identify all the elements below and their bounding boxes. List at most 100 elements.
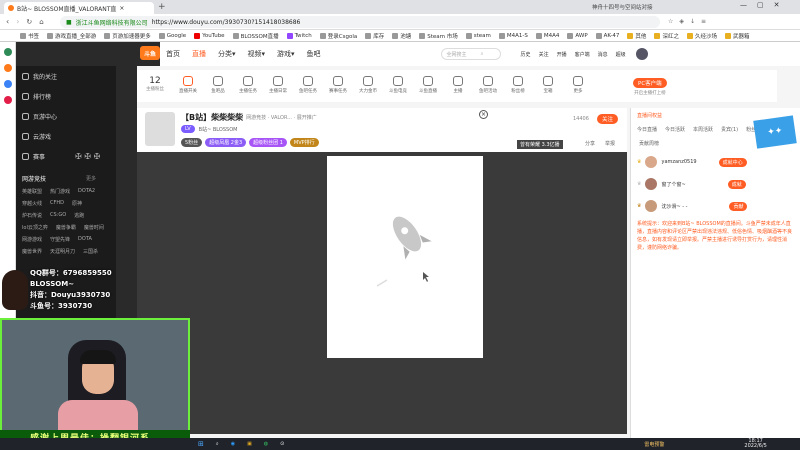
bookmark-item[interactable]: Twitch bbox=[286, 32, 312, 39]
pc-client-button[interactable]: PC客户端 开启主播打上榜 bbox=[633, 78, 667, 96]
bookmark-item[interactable]: 书签 bbox=[20, 32, 39, 40]
user-action-client[interactable]: 客户端 bbox=[575, 51, 590, 58]
sidebar-grid-item[interactable]: CS:GO bbox=[50, 212, 66, 219]
taskbar-app-icon[interactable]: ◉ bbox=[231, 441, 235, 447]
tab-vip[interactable]: 贵宾(1) bbox=[721, 126, 738, 133]
sidebar-section-title[interactable]: 网游竞技 更多 bbox=[22, 174, 96, 183]
bookmark-item[interactable]: Google bbox=[158, 32, 186, 39]
new-tab-icon[interactable]: + bbox=[158, 2, 166, 12]
taskbar-app-icon[interactable]: ▣ bbox=[247, 441, 252, 447]
sidebar-grid-item[interactable]: 守望先锋 bbox=[50, 236, 70, 243]
clock[interactable]: 18:17 2022/6/5 bbox=[744, 439, 766, 449]
window-controls[interactable]: — ▢ ✕ bbox=[740, 1, 780, 9]
close-window-icon[interactable]: ✕ bbox=[774, 1, 780, 9]
sidebar-item-follow[interactable]: 我的关注 bbox=[22, 72, 57, 81]
category-item[interactable]: 鱼吧品 bbox=[203, 76, 233, 94]
category-item[interactable]: 宝箱 bbox=[533, 76, 563, 94]
download-icon[interactable]: ↓ bbox=[690, 18, 695, 25]
sidebar-grid-item[interactable]: 三国杀 bbox=[83, 248, 98, 255]
nav-live[interactable]: 直播 bbox=[192, 49, 206, 59]
category-item[interactable]: 鱼吧活动 bbox=[473, 76, 503, 94]
category-item[interactable]: 更多 bbox=[563, 76, 593, 94]
sidebar-item-webgame[interactable]: 页游中心 bbox=[22, 112, 57, 121]
search-input[interactable]: 全网搜主 ⌕ bbox=[440, 48, 501, 60]
extension-icon[interactable]: ◈ bbox=[679, 18, 684, 25]
side-app-icon[interactable] bbox=[4, 64, 12, 72]
category-item[interactable]: 赛事任务 bbox=[323, 76, 353, 94]
douyu-logo[interactable]: 斗鱼 bbox=[140, 46, 160, 60]
category-item[interactable]: 粉丝榜 bbox=[503, 76, 533, 94]
bookmark-item[interactable]: M4A4 bbox=[535, 32, 559, 39]
room-category[interactable]: 网游竞技 · VALOR... · 展开推广 bbox=[246, 114, 317, 121]
sidebar-grid-item[interactable]: 逃跑 bbox=[74, 212, 84, 219]
report-button[interactable]: 举报 bbox=[605, 140, 615, 147]
maximize-icon[interactable]: ▢ bbox=[757, 1, 764, 9]
close-tab-icon[interactable]: × bbox=[119, 5, 124, 12]
bookmark-item[interactable]: 库存 bbox=[365, 32, 384, 40]
category-item[interactable]: 主播 bbox=[443, 76, 473, 94]
room-tag[interactable]: 超级粉丝团 1 bbox=[249, 138, 287, 147]
bookmark-item[interactable]: AWP bbox=[567, 32, 588, 39]
category-item[interactable]: 斗鱼直播 bbox=[413, 76, 443, 94]
bookmark-item[interactable]: 登录Csgola bbox=[319, 32, 357, 40]
taskbar-app-icon[interactable]: ⊙ bbox=[280, 441, 284, 447]
minimize-icon[interactable]: — bbox=[740, 1, 747, 9]
sidebar-grid-item[interactable]: 魔兽世界 bbox=[22, 248, 42, 255]
bookmark-item[interactable]: 池塘 bbox=[392, 32, 411, 40]
sidebar-grid-item[interactable]: 网游游戏 bbox=[22, 236, 42, 243]
nav-game[interactable]: 游戏▾ bbox=[277, 49, 295, 59]
forward-icon[interactable]: › bbox=[16, 17, 19, 26]
tab-week-active[interactable]: 本周活跃 bbox=[693, 126, 713, 133]
bookmark-item[interactable]: Steam 市场 bbox=[419, 32, 458, 40]
side-app-icon[interactable] bbox=[4, 80, 12, 88]
bookmark-item[interactable]: 深红之 bbox=[654, 32, 679, 40]
side-app-icon[interactable] bbox=[4, 96, 12, 104]
sidebar-grid-item[interactable]: 魔兽时间 bbox=[84, 224, 104, 231]
category-item[interactable]: 主播任务 bbox=[233, 76, 263, 94]
close-popup-icon[interactable]: × bbox=[479, 110, 488, 119]
menu-icon[interactable]: ≡ bbox=[701, 18, 706, 25]
anchor-avatar[interactable] bbox=[145, 112, 175, 146]
sidebar-grid-item[interactable]: lol云顶之弈 bbox=[22, 224, 48, 231]
user-action-broadcast[interactable]: 开播 bbox=[557, 51, 567, 58]
weather-status[interactable]: 雷电预警 bbox=[644, 441, 664, 448]
start-icon[interactable]: ⊞ bbox=[198, 440, 204, 448]
bookmark-item[interactable]: 久经沙场 bbox=[686, 32, 717, 40]
room-tag[interactable]: 超级凤凰 2金3 bbox=[205, 138, 247, 147]
sidebar-grid-item[interactable]: DOTA2 bbox=[78, 188, 95, 195]
bookmark-item[interactable]: steam bbox=[465, 32, 491, 39]
category-item[interactable]: 主播日常 bbox=[263, 76, 293, 94]
tab-today-live[interactable]: 今日直播 bbox=[637, 126, 657, 133]
back-icon[interactable]: ‹ bbox=[6, 17, 9, 26]
taskbar-search-icon[interactable]: ⌕ bbox=[216, 441, 219, 447]
user-action-follow[interactable]: 关注 bbox=[539, 51, 549, 58]
sidebar-grid-item[interactable]: 魔兽争霸 bbox=[56, 224, 76, 231]
side-app-icon[interactable] bbox=[4, 48, 12, 56]
sidebar-item-cloudgame[interactable]: 云游戏 bbox=[22, 132, 51, 141]
user-avatar[interactable] bbox=[635, 48, 648, 60]
sidebar-item-ranking[interactable]: 排行榜 bbox=[22, 92, 51, 101]
event-banner[interactable]: ✦✦ bbox=[753, 115, 797, 149]
bookmark-item[interactable]: 其他 bbox=[627, 32, 646, 40]
user-action-history[interactable]: 历史 bbox=[521, 51, 531, 58]
sidebar-grid-item[interactable]: CFHD bbox=[50, 200, 64, 207]
anchor-stat[interactable]: 12 主播粉丝 bbox=[137, 76, 173, 92]
bookmark-item[interactable]: YouTube bbox=[194, 32, 225, 39]
bookmark-item[interactable]: AK-47 bbox=[595, 32, 619, 39]
follow-button[interactable]: 关注 bbox=[597, 114, 619, 124]
share-button[interactable]: 分享 bbox=[585, 140, 595, 147]
url-input[interactable]: ■ 浙江斗鱼网络科技有限公司 https://www.douyu.com/393… bbox=[60, 16, 660, 28]
home-icon[interactable]: ⌂ bbox=[39, 18, 43, 26]
search-icon[interactable]: ⌕ bbox=[481, 51, 484, 57]
bookmark-item[interactable]: M4A1-S bbox=[498, 32, 528, 39]
category-item[interactable]: 鱼吧任务 bbox=[293, 76, 323, 94]
sidebar-grid-item[interactable]: 炉石传说 bbox=[22, 212, 42, 219]
nav-category[interactable]: 分类▾ bbox=[218, 49, 236, 59]
rank-row[interactable]: ♛ 窗了个窗~ 成就 bbox=[637, 178, 746, 190]
right-tab-hint[interactable]: 神舟十四号与空间站对接 bbox=[592, 3, 653, 11]
rank-row[interactable]: ♛ 沈沙滑~ - - 贡献 bbox=[637, 200, 748, 212]
category-item[interactable]: 直播开关 bbox=[173, 76, 203, 94]
sidebar-item-events[interactable]: 赛事 ✠ ✠ ✠ bbox=[22, 152, 100, 161]
category-item[interactable]: 大力金币 bbox=[353, 76, 383, 94]
bookmark-item[interactable]: BLOSSOM直播 bbox=[232, 32, 279, 40]
